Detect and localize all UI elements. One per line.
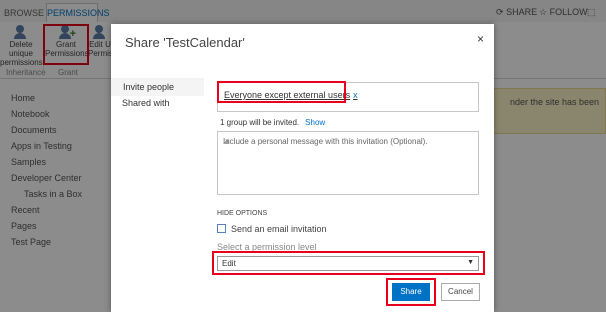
close-icon[interactable]: × — [477, 32, 484, 46]
dialog-title: Share 'TestCalendar' — [125, 35, 245, 50]
share-highlight — [386, 278, 436, 306]
tab-shared-with[interactable]: Shared with — [122, 98, 170, 108]
invited-summary: 1 group will be invited. Show — [220, 118, 325, 127]
invited-text: 1 group will be invited. — [220, 118, 300, 127]
message-textarea[interactable]: Include a personal message with this inv… — [217, 131, 479, 195]
cancel-button[interactable]: Cancel — [441, 283, 480, 301]
send-email-label: Send an email invitation — [231, 224, 327, 234]
resize-grip-icon[interactable]: ◢ — [223, 137, 476, 193]
hide-options-link[interactable]: HIDE OPTIONS — [217, 210, 267, 217]
show-link[interactable]: Show — [305, 118, 325, 127]
tab-invite-people[interactable]: Invite people — [111, 78, 204, 96]
send-email-checkbox[interactable] — [217, 224, 226, 233]
share-dialog: Share 'TestCalendar' × Invite people Sha… — [111, 24, 494, 312]
permission-highlight — [212, 251, 485, 275]
people-highlight — [217, 81, 346, 103]
remove-token-icon[interactable]: x — [353, 90, 358, 100]
